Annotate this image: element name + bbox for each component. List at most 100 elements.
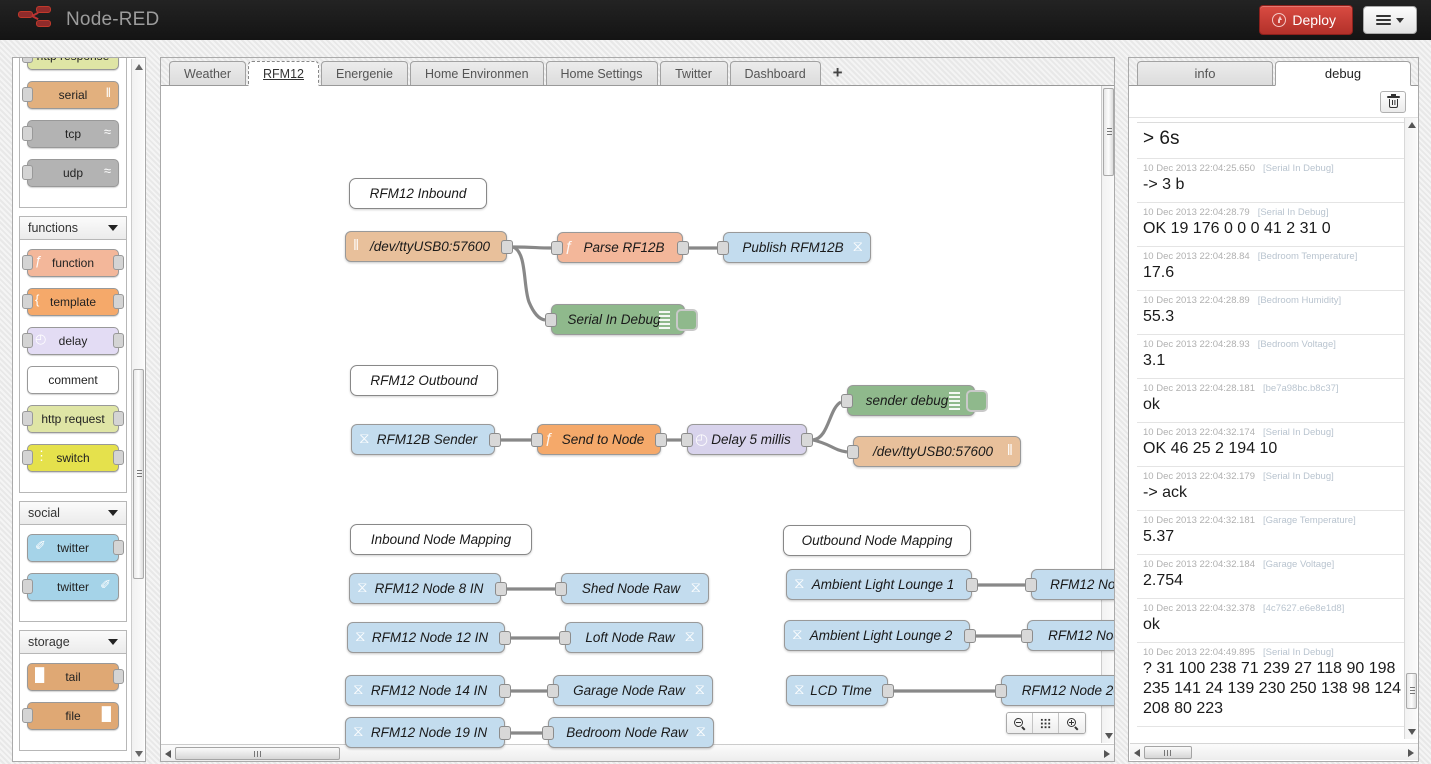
zoom-out-button[interactable] — [1007, 713, 1033, 733]
palette-group-header-storage[interactable]: storage — [19, 630, 127, 654]
scroll-left-arrow-icon[interactable] — [165, 750, 171, 758]
node-output-port[interactable] — [113, 333, 124, 348]
palette-node-tcp[interactable]: ≈tcp — [27, 120, 119, 148]
flow-node-rfm12-node-12-in[interactable]: ⧖RFM12 Node 12 IN — [347, 622, 505, 653]
palette-node-switch[interactable]: ⋮switch — [27, 444, 119, 472]
zoom-reset-button[interactable] — [1033, 713, 1059, 733]
node-input-port[interactable] — [22, 294, 33, 309]
scroll-up-arrow-icon[interactable] — [1408, 122, 1416, 128]
node-output-port[interactable] — [113, 450, 124, 465]
debug-message-row[interactable]: 10 Dec 2013 22:04:28.93[Bedroom Voltage]… — [1137, 335, 1412, 379]
debug-message-row[interactable]: > 6s — [1137, 123, 1412, 159]
debug-message-row[interactable]: 10 Dec 2013 22:04:28.89[Bedroom Humidity… — [1137, 291, 1412, 335]
flow-node-send-to-node[interactable]: ƒSend to Node — [537, 424, 661, 455]
node-input-port[interactable] — [22, 126, 33, 141]
node-input-port[interactable] — [841, 394, 853, 408]
node-input-port[interactable] — [22, 87, 33, 102]
debug-horizontal-scrollbar[interactable] — [1130, 743, 1418, 760]
sidebar-tab-debug[interactable]: debug — [1275, 61, 1411, 86]
flow-node-loft-node-raw[interactable]: ⧖Loft Node Raw — [565, 622, 703, 653]
flow-node-bedroom-node-raw[interactable]: ⧖Bedroom Node Raw — [548, 717, 714, 748]
flow-tab-energenie[interactable]: Energenie — [321, 61, 408, 85]
debug-toggle-button[interactable] — [676, 309, 698, 331]
palette-node-function[interactable]: ƒfunction — [27, 249, 119, 277]
scroll-right-arrow-icon[interactable] — [1408, 749, 1414, 757]
node-input-port[interactable] — [22, 333, 33, 348]
debug-message-row[interactable]: 10 Dec 2013 22:04:32.378[4c7627.e6e8e1d8… — [1137, 599, 1412, 643]
flow-node-rfm12-node-20-out[interactable]: ⧖RFM12 Node 20 Out — [1001, 675, 1114, 706]
palette-node-twitter[interactable]: ✐twitter — [27, 573, 119, 601]
flow-canvas[interactable]: RFM12 Inbound‖/dev/ttyUSB0:57600ƒParse R… — [161, 86, 1101, 741]
palette-node-twitter[interactable]: ✐twitter — [27, 534, 119, 562]
flow-tab-home-settings[interactable]: Home Settings — [546, 61, 658, 85]
node-output-port[interactable] — [113, 540, 124, 555]
node-output-port[interactable] — [489, 433, 501, 447]
debug-vertical-scrollbar[interactable] — [1404, 118, 1417, 739]
flow-node-outbound-node-mapping[interactable]: Outbound Node Mapping — [783, 525, 971, 556]
node-output-port[interactable] — [677, 241, 689, 255]
node-input-port[interactable] — [542, 726, 554, 740]
flow-node-dev-ttyusb0-57600[interactable]: ‖/dev/ttyUSB0:57600 — [345, 231, 507, 262]
palette-group-header-social[interactable]: social — [19, 501, 127, 525]
flow-node-delay-5-millis[interactable]: ◴Delay 5 millis — [687, 424, 807, 455]
flow-node-rfm12-node-8-in[interactable]: ⧖RFM12 Node 8 IN — [349, 573, 501, 604]
node-output-port[interactable] — [113, 294, 124, 309]
scroll-up-arrow-icon[interactable] — [135, 64, 143, 70]
palette-node-udp[interactable]: ≈udp — [27, 159, 119, 187]
node-output-port[interactable] — [113, 255, 124, 270]
palette-node-http-request[interactable]: http request — [27, 405, 119, 433]
node-output-port[interactable] — [499, 631, 511, 645]
flow-node-inbound-node-mapping[interactable]: Inbound Node Mapping — [350, 524, 532, 555]
flow-node-parse-rf12b[interactable]: ƒParse RF12B — [557, 232, 683, 263]
palette-node-comment[interactable]: comment — [27, 366, 119, 394]
flow-node-shed-node-raw[interactable]: ⧖Shed Node Raw — [561, 573, 709, 604]
node-input-port[interactable] — [22, 57, 33, 63]
palette-node-template[interactable]: {template — [27, 288, 119, 316]
palette-node-serial[interactable]: ‖serial — [27, 81, 119, 109]
node-output-port[interactable] — [964, 629, 976, 643]
debug-message-row[interactable]: 10 Dec 2013 22:04:25.650[Serial In Debug… — [1137, 159, 1412, 203]
node-output-port[interactable] — [499, 684, 511, 698]
main-menu-button[interactable] — [1363, 6, 1417, 34]
flow-tab-twitter[interactable]: Twitter — [660, 61, 728, 85]
debug-message-list[interactable]: > 6s10 Dec 2013 22:04:25.650[Serial In D… — [1137, 122, 1412, 737]
canvas-vscroll-thumb[interactable] — [1103, 88, 1114, 176]
palette-node-tail[interactable]: █tail — [27, 663, 119, 691]
node-input-port[interactable] — [22, 165, 33, 180]
debug-hscroll-thumb[interactable] — [1144, 746, 1192, 759]
flow-node-rfm12-node-19-in[interactable]: ⧖RFM12 Node 19 IN — [345, 717, 505, 748]
debug-message-row[interactable]: 10 Dec 2013 22:04:32.181[Garage Temperat… — [1137, 511, 1412, 555]
palette-scroll-thumb[interactable] — [133, 369, 144, 579]
node-input-port[interactable] — [717, 241, 729, 255]
palette-node-file[interactable]: █file — [27, 702, 119, 730]
flow-node-publish-rfm12b[interactable]: ⧖Publish RFM12B — [723, 232, 871, 263]
palette-group-header-functions[interactable]: functions — [19, 216, 127, 240]
scroll-left-arrow-icon[interactable] — [1134, 749, 1140, 757]
debug-message-row[interactable]: 10 Dec 2013 22:04:32.174[Serial In Debug… — [1137, 423, 1412, 467]
node-input-port[interactable] — [551, 241, 563, 255]
node-input-port[interactable] — [22, 708, 33, 723]
flow-tab-rfm12[interactable]: RFM12 — [248, 61, 319, 86]
flow-canvas-wrapper[interactable]: RFM12 Inbound‖/dev/ttyUSB0:57600ƒParse R… — [161, 86, 1114, 761]
node-input-port[interactable] — [1025, 578, 1037, 592]
debug-message-row[interactable]: 10 Dec 2013 22:04:32.184[Garage Voltage]… — [1137, 555, 1412, 599]
flow-node-rfm12-node-6-out[interactable]: ⧖RFM12 Node 6 OUT — [1031, 569, 1114, 600]
palette-scrollbar[interactable] — [131, 59, 144, 762]
sidebar-tab-info[interactable]: info — [1137, 61, 1273, 85]
flow-node-serial-in-debug[interactable]: Serial In Debug — [551, 304, 685, 335]
node-input-port[interactable] — [545, 313, 557, 327]
scroll-down-arrow-icon[interactable] — [1105, 733, 1113, 739]
debug-message-row[interactable]: 10 Dec 2013 22:04:28.84[Bedroom Temperat… — [1137, 247, 1412, 291]
node-output-port[interactable] — [801, 433, 813, 447]
scroll-right-arrow-icon[interactable] — [1104, 750, 1110, 758]
flow-node-ambient-light-lounge-2[interactable]: ⧖Ambient Light Lounge 2 — [784, 620, 970, 651]
node-output-port[interactable] — [501, 240, 513, 254]
flow-node-sender-debug[interactable]: sender debug — [847, 385, 975, 416]
flow-node-rfm12-outbound[interactable]: RFM12 Outbound — [350, 365, 498, 396]
node-output-port[interactable] — [966, 578, 978, 592]
flow-tab-dashboard[interactable]: Dashboard — [730, 61, 821, 85]
deploy-button[interactable]: Deploy — [1259, 5, 1353, 35]
node-output-port[interactable] — [655, 433, 667, 447]
node-output-port[interactable] — [882, 684, 894, 698]
node-input-port[interactable] — [847, 445, 859, 459]
